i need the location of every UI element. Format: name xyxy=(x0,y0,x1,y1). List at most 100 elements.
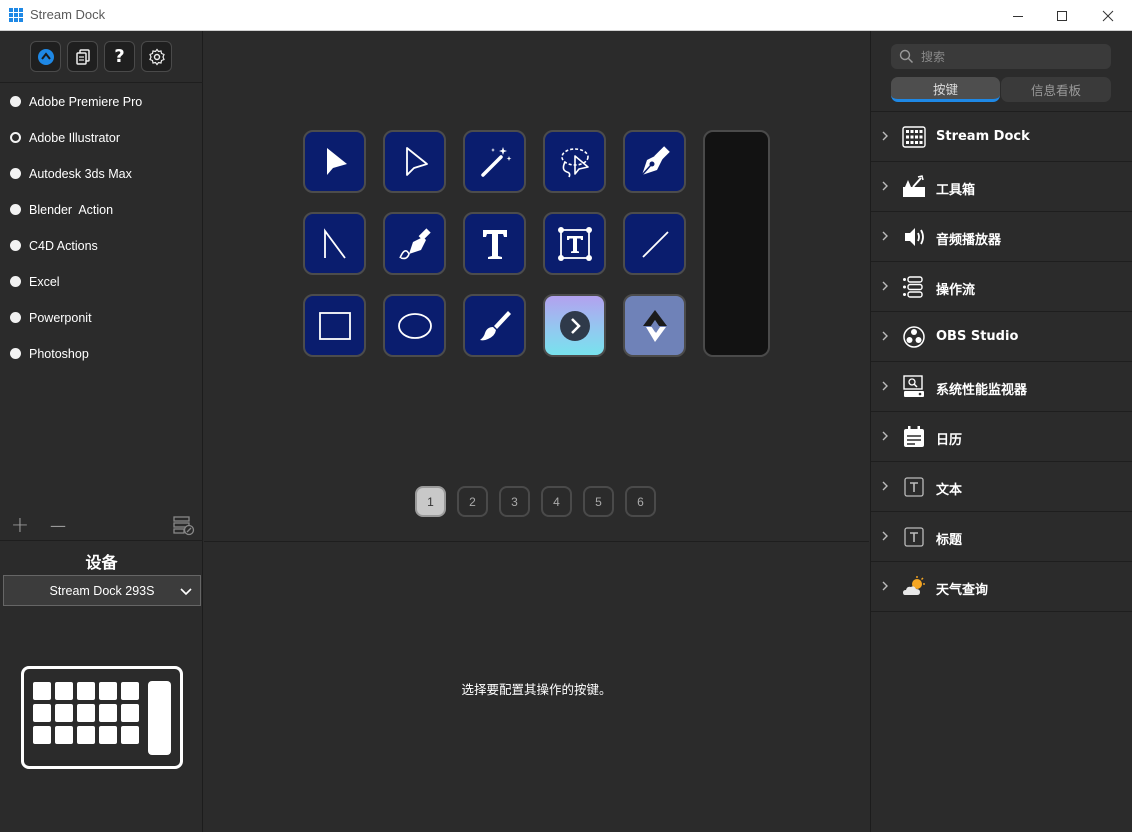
radio-dot-icon xyxy=(10,276,21,287)
profile-label: Excel xyxy=(29,275,60,289)
chevron-right-icon xyxy=(882,131,888,141)
device-select-value: Stream Dock 293S xyxy=(49,583,155,598)
profile-item[interactable]: Photoshop xyxy=(0,336,203,372)
profile-item[interactable]: Adobe Premiere Pro xyxy=(0,84,203,120)
next-page-icon xyxy=(559,310,590,341)
action-category-list: Stream Dock 工具箱 音频播放器 操作流 OBS Studio 系统性… xyxy=(871,111,1132,612)
copy-button[interactable] xyxy=(67,41,98,72)
maximize-button[interactable] xyxy=(1039,0,1085,31)
monitor-icon xyxy=(901,374,927,400)
key-11[interactable] xyxy=(303,294,366,357)
page-button-3[interactable]: 3 xyxy=(499,486,530,517)
profile-item[interactable]: Autodesk 3ds Max xyxy=(0,156,203,192)
radio-dot-icon xyxy=(10,168,21,179)
add-profile-button[interactable]: + xyxy=(8,512,32,538)
profile-item[interactable]: Blender Action xyxy=(0,192,203,228)
key-12[interactable] xyxy=(383,294,446,357)
profile-settings-icon xyxy=(173,516,195,536)
page-button-6[interactable]: 6 xyxy=(625,486,656,517)
key-3[interactable] xyxy=(463,130,526,193)
category-stream-dock[interactable]: Stream Dock xyxy=(871,112,1132,162)
toolbox-icon xyxy=(901,174,927,200)
category-label: 操作流 xyxy=(936,283,976,298)
obs-icon xyxy=(901,324,927,350)
profile-label: Powerponit xyxy=(29,311,92,325)
category-flow[interactable]: 操作流 xyxy=(871,262,1132,312)
key-13[interactable] xyxy=(463,294,526,357)
chevron-right-icon xyxy=(882,281,888,291)
copy-icon xyxy=(75,48,90,65)
radio-dot-icon xyxy=(10,312,21,323)
category-toolbox[interactable]: 工具箱 xyxy=(871,162,1132,212)
store-button[interactable] xyxy=(30,41,61,72)
category-label: Stream Dock xyxy=(936,129,1030,144)
chevron-right-icon xyxy=(882,531,888,541)
chevron-right-icon xyxy=(882,431,888,441)
device-preview-image xyxy=(21,666,183,769)
key-14-next-page[interactable] xyxy=(543,294,606,357)
profile-manage-button[interactable] xyxy=(172,513,196,537)
plus-icon: + xyxy=(10,512,30,538)
key-15-switch-profile[interactable] xyxy=(623,294,686,357)
profile-label: Adobe Illustrator xyxy=(29,131,121,145)
profile-item[interactable]: Powerponit xyxy=(0,300,203,336)
store-icon xyxy=(37,48,54,65)
page-button-5[interactable]: 5 xyxy=(583,486,614,517)
title-icon xyxy=(901,524,927,550)
settings-button[interactable] xyxy=(141,41,172,72)
category-audio-player[interactable]: 音频播放器 xyxy=(871,212,1132,262)
profile-item-selected[interactable]: Adobe Illustrator xyxy=(0,120,203,156)
type-tool-icon xyxy=(482,229,507,259)
tab-dashboard[interactable]: 信息看板 xyxy=(1001,77,1111,102)
category-text[interactable]: 文本 xyxy=(871,462,1132,512)
chevron-right-icon xyxy=(882,481,888,491)
key-5[interactable] xyxy=(623,130,686,193)
page-button-2[interactable]: 2 xyxy=(457,486,488,517)
category-weather[interactable]: 天气查询 xyxy=(871,562,1132,612)
panel-divider xyxy=(204,541,869,542)
remove-profile-button[interactable]: — xyxy=(46,513,70,537)
tab-keys[interactable]: 按键 xyxy=(891,77,1000,102)
app-window: Stream Dock ? Adobe Premiere Pro Adobe I… xyxy=(0,0,1132,832)
category-obs-studio[interactable]: OBS Studio xyxy=(871,312,1132,362)
profile-list: Adobe Premiere Pro Adobe Illustrator Aut… xyxy=(0,84,203,372)
key-9[interactable] xyxy=(543,212,606,275)
profile-label: Adobe Premiere Pro xyxy=(29,95,143,109)
help-icon: ? xyxy=(114,46,125,67)
chevron-right-icon xyxy=(882,581,888,591)
device-title: 设备 xyxy=(85,553,118,572)
rectangle-icon xyxy=(318,311,351,340)
category-label: OBS Studio xyxy=(936,329,1019,344)
search-input[interactable] xyxy=(921,49,1101,64)
close-button[interactable] xyxy=(1085,0,1131,31)
profile-item[interactable]: C4D Actions xyxy=(0,228,203,264)
category-calendar[interactable]: 日历 xyxy=(871,412,1132,462)
key-10[interactable] xyxy=(623,212,686,275)
config-hint-text: 选择要配置其操作的按键。 xyxy=(461,682,612,697)
page-button-4[interactable]: 4 xyxy=(541,486,572,517)
profile-item[interactable]: Excel xyxy=(0,264,203,300)
minimize-button[interactable] xyxy=(995,0,1041,31)
device-select[interactable]: Stream Dock 293S xyxy=(3,575,201,606)
key-2[interactable] xyxy=(383,130,446,193)
key-8[interactable] xyxy=(463,212,526,275)
window-title: Stream Dock xyxy=(30,7,106,22)
help-button[interactable]: ? xyxy=(104,41,135,72)
category-title[interactable]: 标题 xyxy=(871,512,1132,562)
key-1[interactable] xyxy=(303,130,366,193)
page-button-1[interactable]: 1 xyxy=(415,486,446,517)
magic-wand-icon xyxy=(480,146,511,177)
key-canvas: 1 2 3 4 5 6 选择要配置其操作的按键。 xyxy=(204,31,869,832)
profile-label: Autodesk 3ds Max xyxy=(29,167,132,181)
key-7[interactable] xyxy=(383,212,446,275)
direct-selection-icon xyxy=(405,146,428,176)
key-6[interactable] xyxy=(303,212,366,275)
touch-screen-key[interactable] xyxy=(703,130,770,357)
line-segment-icon xyxy=(641,230,669,258)
calendar-icon xyxy=(901,424,927,450)
category-system-monitor[interactable]: 系统性能监视器 xyxy=(871,362,1132,412)
key-4[interactable] xyxy=(543,130,606,193)
area-type-icon xyxy=(557,226,592,261)
curvature-pen-icon xyxy=(398,227,431,259)
chevron-right-icon xyxy=(882,331,888,341)
